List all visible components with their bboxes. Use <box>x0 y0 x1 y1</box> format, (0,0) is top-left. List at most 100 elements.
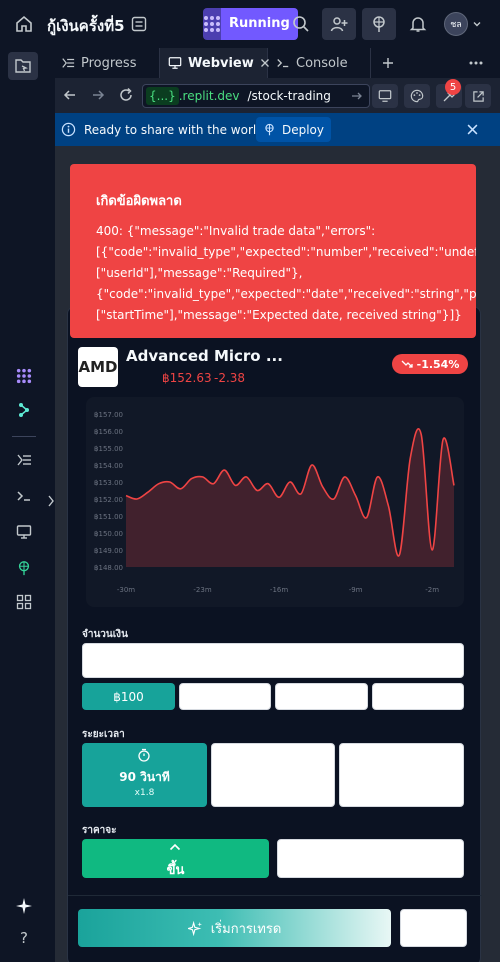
close-banner-icon[interactable] <box>467 124 478 135</box>
more-options-icon[interactable] <box>405 48 495 78</box>
start-trade-button[interactable]: เริ่มการเทรด <box>78 909 391 947</box>
search-icon[interactable] <box>291 14 311 34</box>
duration-multiplier: x1.8 <box>134 788 155 798</box>
deploy-label: Deploy <box>281 122 325 137</box>
go-arrow-icon[interactable] <box>351 90 363 102</box>
preset-amount-button[interactable] <box>179 683 271 710</box>
repl-name[interactable]: กู้เงินครั้งที่5 <box>47 14 125 38</box>
duration-option[interactable]: 90 วินาที x1.8 <box>82 743 207 807</box>
y-tick-label: ฿151.00 <box>94 513 123 521</box>
stock-price: ฿152.63 <box>162 371 212 385</box>
deployments-icon[interactable] <box>14 558 34 578</box>
console-icon <box>276 56 290 70</box>
forward-icon[interactable] <box>91 88 105 102</box>
top-bar: กู้เงินครั้งที่5 Running ชล <box>0 0 500 48</box>
open-new-tab-icon[interactable] <box>465 84 491 108</box>
help-icon[interactable]: ? <box>14 928 34 948</box>
preset-amount-button[interactable] <box>275 683 368 710</box>
progress-icon[interactable] <box>14 450 34 470</box>
run-label: Running <box>221 8 298 40</box>
home-icon[interactable] <box>14 14 34 34</box>
tab-label: Progress <box>81 55 137 71</box>
stop-icon <box>203 8 221 40</box>
duration-label: ระยะเวลา <box>82 729 125 740</box>
predict-down-button[interactable] <box>277 839 464 878</box>
files-icon[interactable] <box>8 52 38 80</box>
start-trade-label: เริ่มการเทรด <box>210 921 282 937</box>
y-tick-label: ฿157.00 <box>94 411 123 419</box>
preset-amount-button[interactable]: ฿100 <box>82 683 175 710</box>
all-tools-icon[interactable] <box>14 592 34 612</box>
x-tick-label: -30m <box>117 586 135 594</box>
repl-info-icon[interactable] <box>130 15 148 33</box>
banner-text: Ready to share with the world? <box>84 123 271 137</box>
x-tick-label: -2m <box>425 586 439 594</box>
x-tick-label: -23m <box>193 586 211 594</box>
chevron-down-icon <box>472 19 482 29</box>
sparkle-icon <box>187 920 203 936</box>
sidebar-divider <box>12 436 36 437</box>
tab-label: Webview <box>188 55 254 71</box>
y-tick-label: ฿154.00 <box>94 462 123 470</box>
predict-up-label: ขึ้น <box>166 863 185 878</box>
tab-webview[interactable]: Webview <box>160 48 269 78</box>
x-tick-label: -16m <box>270 586 288 594</box>
y-tick-label: ฿155.00 <box>94 445 123 453</box>
tab-console[interactable]: Console <box>268 48 371 78</box>
deploy-icon[interactable] <box>362 8 396 40</box>
reload-icon[interactable] <box>118 87 134 103</box>
info-icon <box>61 122 76 137</box>
url-path: /stock-trading <box>247 89 331 103</box>
price-chart: ฿157.00 ฿156.00 ฿155.00 ฿154.00 ฿153.00 ฿152.… <box>86 397 464 607</box>
tab-bar: Progress Webview Console <box>55 48 500 78</box>
trend-down-icon <box>401 359 413 369</box>
back-icon[interactable] <box>63 88 77 102</box>
bell-icon[interactable] <box>408 14 428 34</box>
amount-input[interactable] <box>82 643 464 678</box>
webview-content: AMD Advanced Micro ... ฿152.63 -2.38 -1.… <box>55 146 500 962</box>
chevron-up-icon <box>169 842 181 852</box>
webview-icon <box>168 56 182 70</box>
error-toast: เกิดข้อผิดพลาด 400: {"message":"Invalid … <box>70 164 476 338</box>
url-bar: {...} .replit.dev /stock-trading 5 <box>55 78 500 113</box>
agent-icon[interactable] <box>14 366 34 386</box>
duration-option[interactable] <box>339 743 464 807</box>
account-menu[interactable]: ชล <box>444 11 488 37</box>
change-badge: -1.54% <box>392 354 468 374</box>
ai-sparkle-icon[interactable] <box>14 896 34 916</box>
predict-up-button[interactable]: ขึ้น <box>82 839 269 878</box>
y-tick-label: ฿153.00 <box>94 479 123 487</box>
devices-icon[interactable] <box>372 84 398 108</box>
webview-icon[interactable] <box>14 522 34 542</box>
console-icon[interactable] <box>14 486 34 506</box>
run-button[interactable]: Running <box>203 8 298 40</box>
y-tick-label: ฿149.00 <box>94 547 123 555</box>
tab-progress[interactable]: Progress <box>55 48 160 78</box>
error-message: 400: {"message":"Invalid trade data","er… <box>96 224 476 322</box>
card-divider <box>68 895 482 896</box>
url-field[interactable]: {...} .replit.dev /stock-trading <box>142 84 370 108</box>
theme-palette-icon[interactable] <box>404 84 430 108</box>
duration-title: 90 วินาที <box>119 770 170 784</box>
secondary-trade-button[interactable] <box>400 909 467 947</box>
y-tick-label: ฿152.00 <box>94 496 123 504</box>
deploy-button[interactable]: Deploy <box>256 117 331 142</box>
invite-user-icon[interactable] <box>322 8 356 40</box>
tab-label: Console <box>296 55 348 71</box>
progress-icon <box>61 56 75 70</box>
error-title: เกิดข้อผิดพลาด <box>96 194 182 209</box>
change-percent: -1.54% <box>416 357 460 371</box>
preset-amount-button[interactable] <box>372 683 464 710</box>
duration-option[interactable] <box>211 743 335 807</box>
domain: .replit.dev <box>178 89 240 103</box>
price-area <box>126 428 454 567</box>
prediction-label: ราคาจะ <box>82 825 117 836</box>
preset-amount-label: ฿100 <box>113 689 144 704</box>
assistant-icon[interactable] <box>14 400 34 420</box>
avatar: ชล <box>444 12 468 36</box>
y-tick-label: ฿148.00 <box>94 564 123 572</box>
stock-change: -2.38 <box>214 371 246 385</box>
amount-label: จำนวนเงิน <box>82 629 128 640</box>
share-banner: Ready to share with the world? Deploy <box>55 113 500 146</box>
add-tab-icon[interactable] <box>371 48 405 78</box>
